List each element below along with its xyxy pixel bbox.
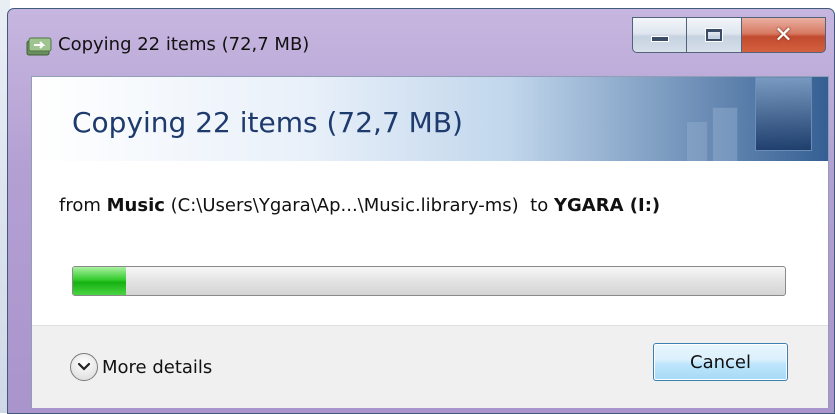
chevron-down-icon[interactable]: [70, 353, 98, 381]
maximize-button[interactable]: [687, 17, 742, 53]
close-icon: ✕: [774, 22, 793, 48]
destination-name[interactable]: YGARA (I:): [554, 195, 660, 216]
copy-dialog-window: Copying 22 items (72,7 MB) ✕ Copying 22 …: [7, 8, 835, 414]
copy-icon: [26, 35, 52, 57]
banner-decoration: [712, 107, 738, 161]
more-details-label[interactable]: More details: [102, 357, 212, 378]
minimize-icon: [651, 37, 668, 41]
banner-decoration: [686, 121, 708, 161]
window-title: Copying 22 items (72,7 MB): [58, 34, 310, 55]
to-word: to: [530, 195, 549, 216]
copy-source-destination: from Music (C:\Users\Ygara\Ap...\Music.l…: [59, 195, 660, 216]
source-name[interactable]: Music: [107, 195, 165, 216]
from-prefix: from: [59, 195, 101, 216]
minimize-button[interactable]: [632, 17, 687, 53]
dialog-footer: More details Cancel: [32, 325, 828, 408]
copy-progress-bar: [72, 266, 786, 296]
source-path: (C:\Users\Ygara\Ap...\Music.library-ms): [170, 195, 519, 216]
title-bar[interactable]: Copying 22 items (72,7 MB) ✕: [8, 9, 834, 75]
progress-fill: [73, 267, 127, 295]
close-button[interactable]: ✕: [742, 17, 826, 53]
dialog-content: Copying 22 items (72,7 MB) from Music (C…: [31, 76, 829, 408]
window-controls: ✕: [632, 17, 826, 53]
more-details-toggle[interactable]: More details: [70, 353, 212, 381]
maximize-icon: [706, 29, 722, 41]
dialog-heading: Copying 22 items (72,7 MB): [72, 106, 463, 139]
header-banner: Copying 22 items (72,7 MB): [32, 77, 828, 161]
banner-decoration: [755, 77, 812, 151]
cancel-button[interactable]: Cancel: [653, 343, 788, 381]
